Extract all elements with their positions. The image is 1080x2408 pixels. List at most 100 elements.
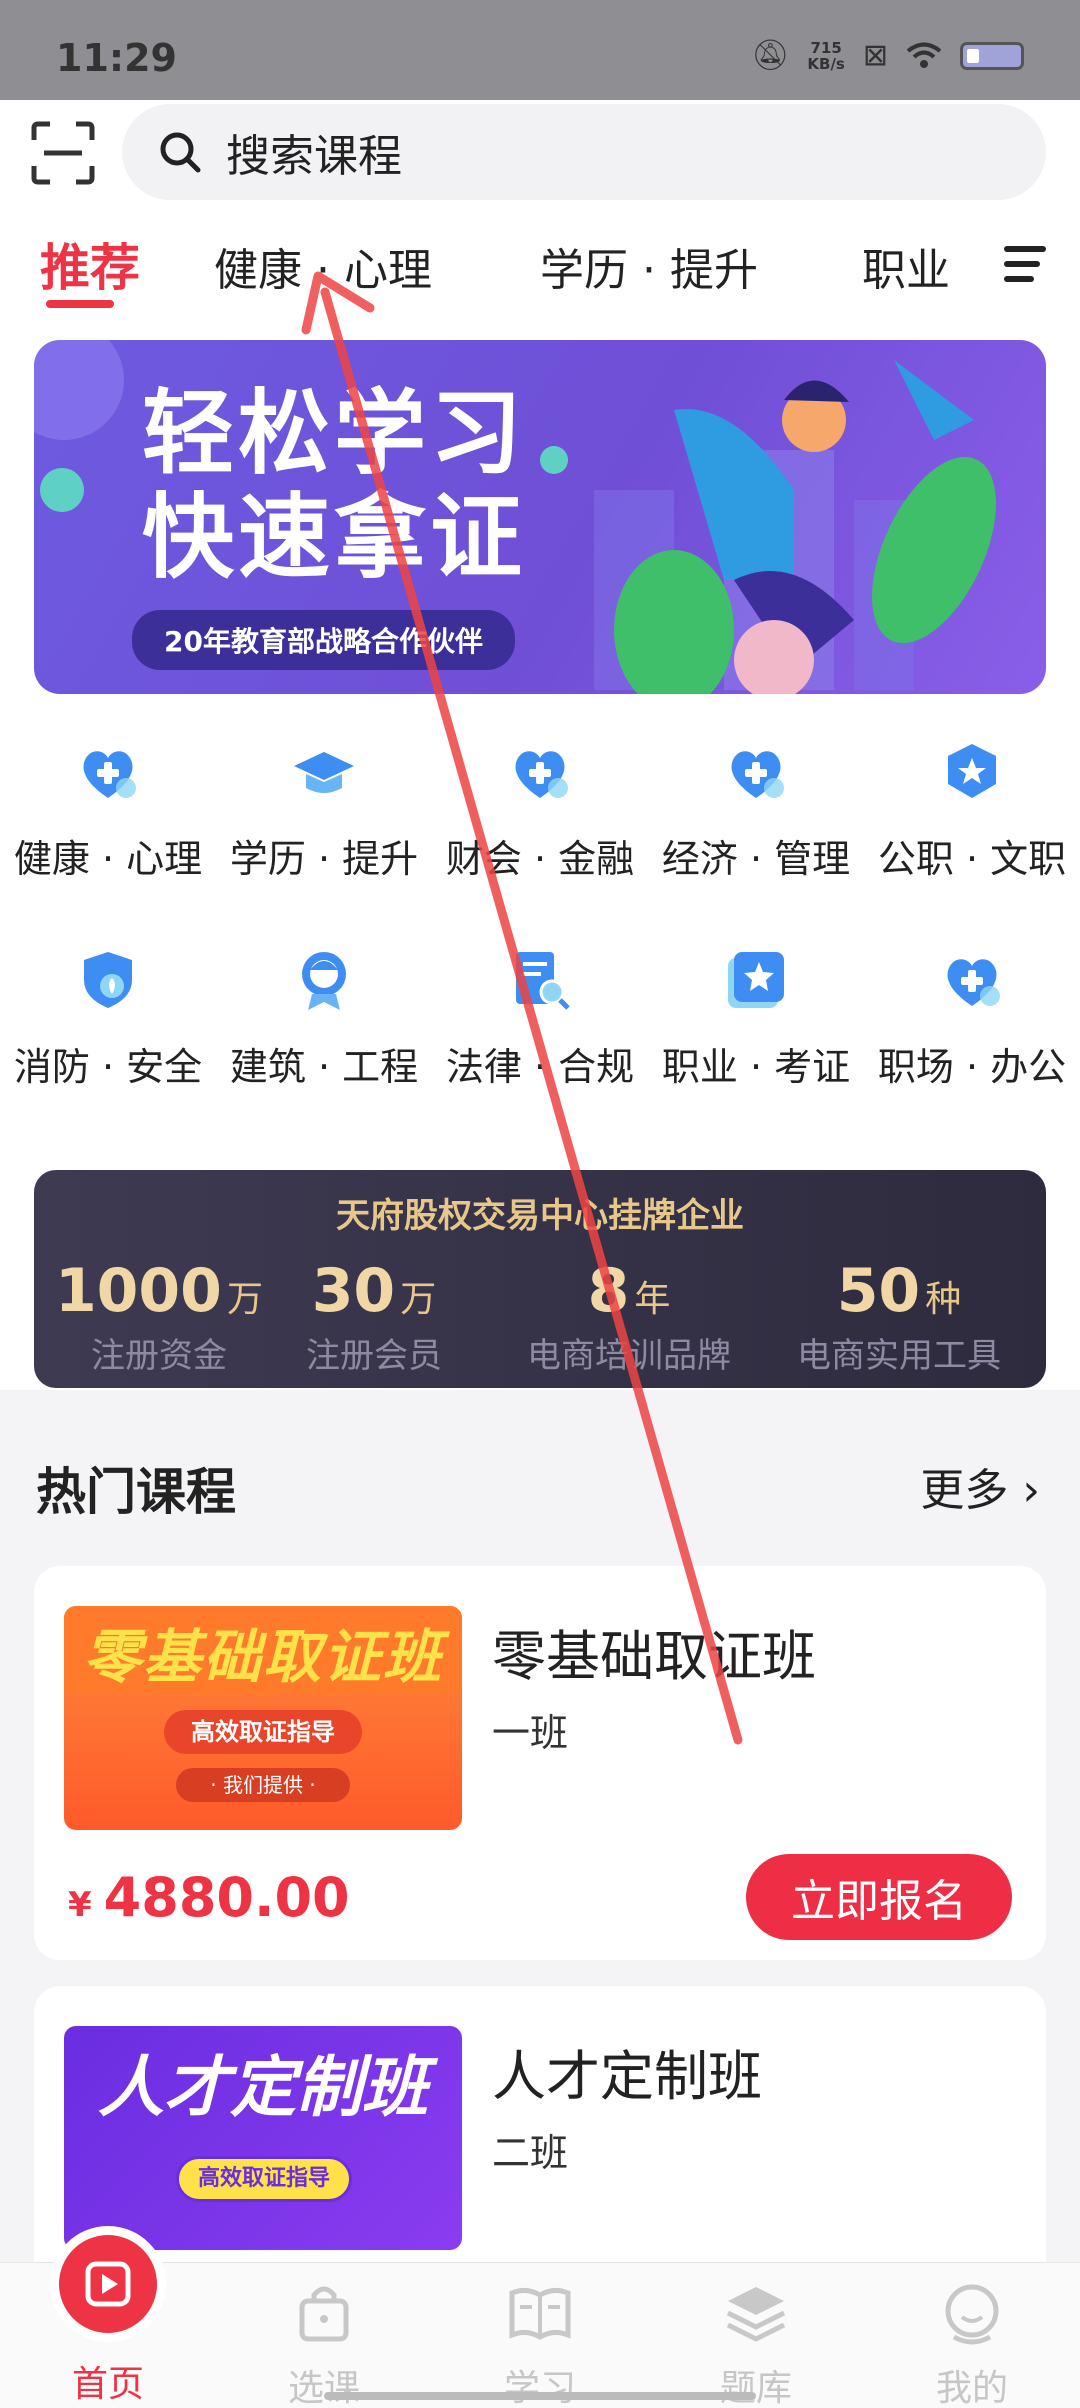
banner-title-line1: 轻松学习 xyxy=(142,380,527,487)
scan-icon[interactable] xyxy=(30,120,96,186)
heart-plus-icon xyxy=(947,959,1000,1006)
search-icon xyxy=(160,132,201,173)
stat-value: 8 xyxy=(587,1256,630,1326)
nav-study[interactable]: 学习 xyxy=(432,2281,648,2408)
stat-unit: 万 xyxy=(227,1279,264,1320)
status-time: 11:29 xyxy=(56,36,177,80)
category-label: 财会 · 金融 xyxy=(445,837,635,881)
thumb-title: 零基础取证班 xyxy=(82,1623,443,1691)
course-name: 零基础取证班 xyxy=(492,1625,816,1688)
sim-x-icon: ⊠ xyxy=(862,38,888,73)
category-label: 消防 · 安全 xyxy=(13,1045,203,1089)
category-office[interactable]: 职场 · 办公 xyxy=(864,948,1080,1091)
layers-icon xyxy=(726,2287,786,2342)
menu-icon[interactable] xyxy=(1002,244,1048,284)
thumb-tag: 高效取证指导 xyxy=(176,2156,352,2202)
net-speed-unit: KB/s xyxy=(807,54,845,73)
stat-unit: 种 xyxy=(925,1279,962,1320)
heart-plus-icon xyxy=(83,751,136,798)
category-construction[interactable]: 建筑 · 工程 xyxy=(216,948,432,1091)
home-button[interactable] xyxy=(50,2226,166,2342)
nav-label: 选课 xyxy=(287,2368,360,2408)
course-class: 一班 xyxy=(492,1711,569,1755)
category-law[interactable]: 法律 · 合规 xyxy=(432,948,648,1091)
stat-value: 1000 xyxy=(54,1256,222,1326)
document-search-icon xyxy=(516,952,570,1010)
mute-bell-icon: 🔕︎ xyxy=(751,38,790,73)
net-speed: 715 KB/s xyxy=(807,40,844,72)
nav-question-bank[interactable]: 题库 xyxy=(648,2281,864,2408)
category-health-psychology[interactable]: 健康 · 心理 xyxy=(0,740,216,883)
course-price: ¥4880.00 xyxy=(68,1866,350,1929)
category-education[interactable]: 学历 · 提升 xyxy=(216,740,432,883)
more-courses-link[interactable]: 更多 › xyxy=(920,1454,1040,1518)
star-card-icon xyxy=(728,952,784,1008)
stat-item: 1000 万 注册资金 xyxy=(34,1256,284,1377)
stat-label: 注册资金 xyxy=(91,1336,227,1376)
course-card[interactable]: 人才定制班 高效取证指导 人才定制班 二班 xyxy=(34,1986,1046,2286)
enroll-button[interactable]: 立即报名 xyxy=(746,1854,1012,1940)
nav-select-course[interactable]: 选课 xyxy=(216,2281,432,2408)
thumb-title: 人才定制班 xyxy=(98,2049,428,2126)
shield-icon xyxy=(84,952,132,1008)
book-icon xyxy=(509,2287,571,2340)
nav-label: 我的 xyxy=(935,2368,1008,2408)
stat-unit: 年 xyxy=(634,1279,671,1320)
heart-plus-icon xyxy=(515,751,568,798)
wifi-icon xyxy=(906,42,942,68)
stat-value: 50 xyxy=(836,1256,921,1326)
stat-value: 30 xyxy=(311,1256,396,1326)
category-label: 职场 · 办公 xyxy=(877,1045,1067,1089)
nav-label: 首页 xyxy=(71,2364,144,2405)
tab-health-psychology[interactable]: 健康 · 心理 xyxy=(214,234,432,298)
badge-star-icon xyxy=(948,744,996,798)
heart-plus-icon xyxy=(731,751,784,798)
home-indicator xyxy=(324,2392,756,2400)
banner-tag: 20年教育部战略合作伙伴 xyxy=(132,610,515,670)
course-thumbnail: 人才定制班 高效取证指导 xyxy=(64,2026,462,2250)
more-label: 更多 xyxy=(920,1465,1009,1516)
nav-profile[interactable]: 我的 xyxy=(864,2281,1080,2408)
tab-education[interactable]: 学历 · 提升 xyxy=(540,234,758,298)
hot-courses-title: 热门课程 xyxy=(36,1463,236,1521)
currency-symbol: ¥ xyxy=(68,1885,92,1925)
company-stats-banner[interactable]: 天府股权交易中心挂牌企业 1000 万 注册资金 30 万 注册会员 8 年 电… xyxy=(34,1170,1046,1388)
worker-badge-icon xyxy=(302,952,346,1010)
promo-banner[interactable]: 轻松学习 快速拿证 20年教育部战略合作伙伴 xyxy=(34,340,1046,694)
category-label: 学历 · 提升 xyxy=(229,837,419,881)
category-economics[interactable]: 经济 · 管理 xyxy=(648,740,864,883)
course-thumbnail: 零基础取证班 高效取证指导 · 我们提供 · xyxy=(64,1606,462,1830)
category-civil-service[interactable]: 公职 · 文职 xyxy=(864,740,1080,883)
category-certification[interactable]: 职业 · 考证 xyxy=(648,948,864,1091)
stat-label: 注册会员 xyxy=(306,1336,442,1376)
course-name: 人才定制班 xyxy=(492,2045,762,2108)
net-speed-value: 715 xyxy=(810,38,842,57)
category-label: 公职 · 文职 xyxy=(877,837,1067,881)
stat-item: 50 种 电商实用工具 xyxy=(774,1256,1024,1377)
play-icon xyxy=(85,2261,131,2307)
stat-item: 30 万 注册会员 xyxy=(274,1256,474,1377)
course-class: 二班 xyxy=(492,2131,569,2175)
category-label: 健康 · 心理 xyxy=(13,837,203,881)
category-finance[interactable]: 财会 · 金融 xyxy=(432,740,648,883)
tab-career[interactable]: 职业 xyxy=(862,234,950,298)
status-bar: 11:29 🔕︎ 715 KB/s ⊠ xyxy=(0,0,1080,100)
battery-icon xyxy=(960,41,1024,70)
banner-title-line2: 快速拿证 xyxy=(142,484,527,591)
stat-label: 电商培训品牌 xyxy=(527,1336,731,1376)
category-label: 建筑 · 工程 xyxy=(229,1045,419,1089)
status-icons: 🔕︎ 715 KB/s ⊠ xyxy=(751,38,1024,73)
thumb-tag: 高效取证指导 xyxy=(164,1710,362,1754)
course-card[interactable]: 零基础取证班 高效取证指导 · 我们提供 · 零基础取证班 一班 ¥4880.0… xyxy=(34,1566,1046,1960)
price-value: 4880.00 xyxy=(103,1866,350,1929)
search-input[interactable]: 搜索课程 xyxy=(122,104,1046,200)
category-label: 职业 · 考证 xyxy=(661,1045,851,1089)
category-tabs: 推荐 健康 · 心理 学历 · 提升 职业 xyxy=(0,228,1080,314)
nav-label: 题库 xyxy=(719,2368,792,2408)
bag-icon xyxy=(299,2286,349,2342)
stat-item: 8 年 电商培训品牌 xyxy=(504,1256,754,1377)
thumb-sub: · 我们提供 · xyxy=(176,1768,350,1802)
home-circle xyxy=(59,2235,157,2333)
category-fire-safety[interactable]: 消防 · 安全 xyxy=(0,948,216,1091)
tab-recommend[interactable]: 推荐 xyxy=(40,228,140,300)
